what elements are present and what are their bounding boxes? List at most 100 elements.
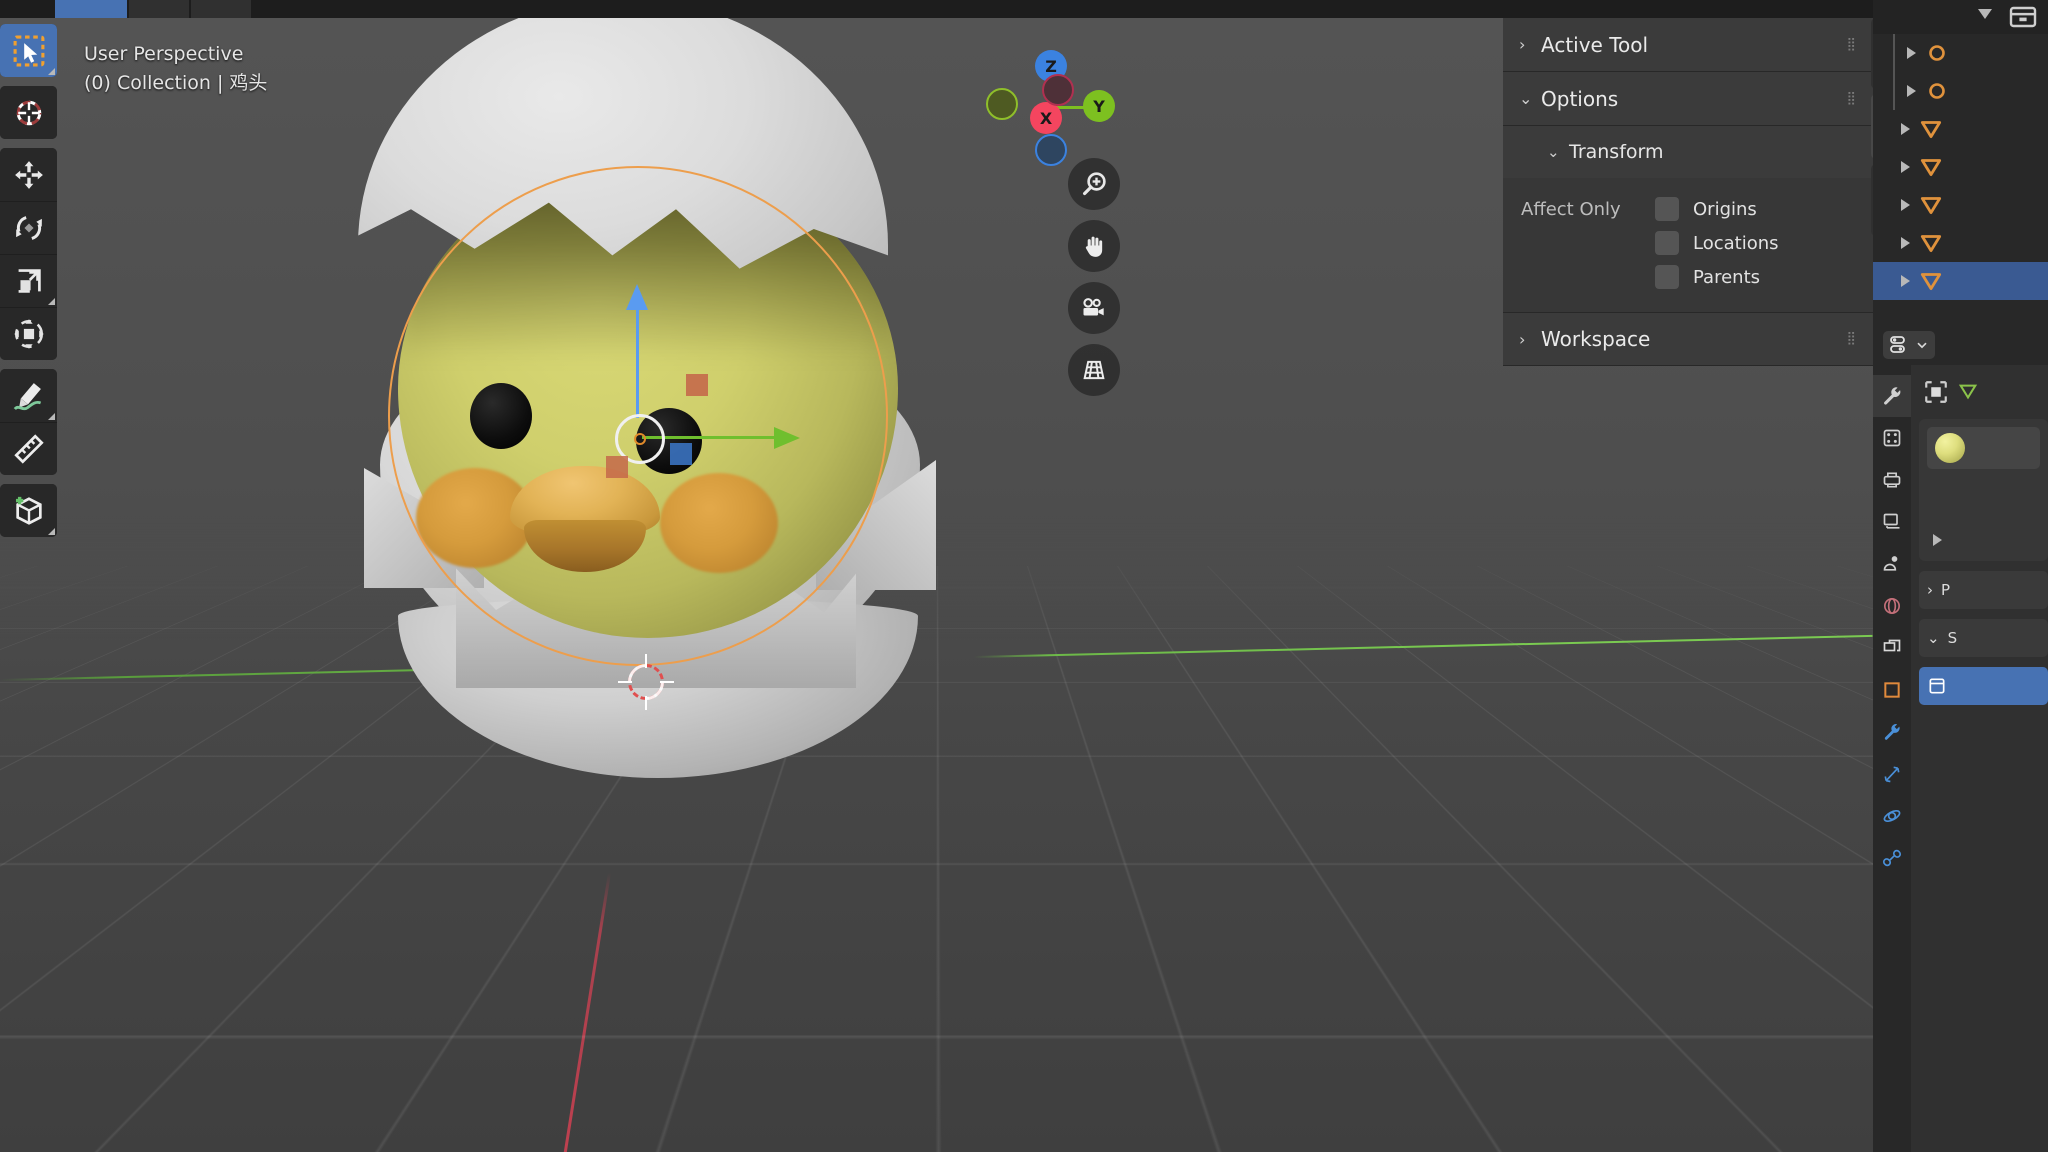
chevron-right-icon[interactable] [1901, 161, 1910, 173]
properties-tab-collection[interactable] [1873, 627, 1911, 669]
properties-tab-object[interactable] [1873, 669, 1911, 711]
chevron-down-icon[interactable]: ⌄ [1519, 89, 1541, 108]
collection-icon[interactable] [2008, 5, 2038, 29]
properties-tab-particles[interactable] [1873, 753, 1911, 795]
workspace-tab-layout[interactable] [55, 0, 127, 18]
toolbar-group-cursor [0, 86, 57, 139]
tool-transform[interactable] [0, 307, 57, 360]
editor-type-selector[interactable] [1883, 331, 1935, 359]
material-slot[interactable] [1927, 427, 2040, 469]
properties-tab-constraints[interactable] [1873, 837, 1911, 879]
workspace-tab-sculpting[interactable] [191, 0, 251, 18]
mesh-icon[interactable] [1918, 270, 1944, 292]
panel-header-active-tool[interactable]: › Active Tool ⣿ [1503, 18, 1873, 72]
tool-scale[interactable] [0, 254, 57, 307]
properties-editor[interactable]: › P ⌄ S [1873, 325, 2048, 1152]
camera-icon[interactable] [1068, 282, 1120, 334]
chevron-right-icon[interactable] [1933, 534, 1942, 546]
properties-section-surface[interactable]: ⌄ S [1919, 619, 2048, 657]
tool-move[interactable] [0, 148, 57, 201]
outliner-row[interactable] [1873, 148, 2048, 186]
panel-title-options: Options [1541, 86, 1619, 111]
mesh-icon[interactable] [1918, 118, 1944, 140]
chevron-down-icon[interactable]: ⌄ [1547, 143, 1569, 161]
properties-tab-output[interactable] [1873, 459, 1911, 501]
tool-submenu-indicator[interactable] [48, 298, 55, 305]
outliner-editor[interactable] [1873, 0, 2048, 325]
tool-submenu-indicator[interactable] [48, 528, 55, 535]
nav-axis-x-negative[interactable] [1042, 74, 1074, 106]
nav-axis-x-positive[interactable]: X [1030, 102, 1062, 134]
chevron-right-icon[interactable]: › [1519, 330, 1541, 349]
chevron-right-icon[interactable]: › [1519, 35, 1541, 54]
panel-drag-grip[interactable]: ⣿ [1846, 92, 1857, 105]
mesh-icon[interactable] [1918, 194, 1944, 216]
tool-add-cube[interactable] [0, 484, 57, 537]
outliner-row[interactable] [1873, 34, 2048, 72]
object-icon[interactable] [1924, 80, 1950, 102]
viewport-nav-buttons [1068, 158, 1120, 406]
nav-axis-y-positive[interactable]: Y [1083, 90, 1115, 122]
chevron-right-icon[interactable]: › [1927, 581, 1933, 599]
properties-section-preview[interactable]: › P [1919, 571, 2048, 609]
chevron-down-icon[interactable] [1978, 9, 1992, 25]
checkbox-locations[interactable] [1655, 231, 1679, 255]
chevron-right-icon[interactable] [1907, 85, 1916, 97]
object-square-icon [1925, 381, 1947, 403]
right-editor-column: › P ⌄ S [1873, 0, 2048, 1152]
cursor-3d-icon [618, 654, 674, 710]
chick-in-egg-model[interactable] [340, 18, 960, 778]
chevron-right-icon[interactable] [1901, 275, 1910, 287]
tool-measure[interactable] [0, 422, 57, 475]
magnifier-plus-icon[interactable] [1068, 158, 1120, 210]
properties-tab-scene[interactable] [1873, 543, 1911, 585]
subpanel-header-transform[interactable]: ⌄ Transform [1503, 126, 1873, 178]
tool-submenu-indicator[interactable] [48, 413, 55, 420]
panel-drag-grip[interactable]: ⣿ [1846, 332, 1857, 345]
properties-tab-modifiers[interactable] [1873, 711, 1911, 753]
checkbox-origins[interactable] [1655, 197, 1679, 221]
workspace-tab-modeling[interactable] [129, 0, 189, 18]
surface-shader-button[interactable] [1919, 667, 2048, 705]
chevron-right-icon[interactable] [1901, 199, 1910, 211]
tool-rotate[interactable] [0, 201, 57, 254]
navigation-gizmo[interactable]: Z Y X [975, 30, 1125, 166]
properties-tab-world[interactable] [1873, 585, 1911, 627]
outliner-row-selected[interactable] [1873, 262, 2048, 300]
properties-header [1873, 325, 2048, 365]
outliner-row[interactable] [1873, 224, 2048, 262]
tool-submenu-indicator[interactable] [48, 68, 55, 75]
outliner-row[interactable] [1873, 186, 2048, 224]
panel-header-workspace[interactable]: › Workspace ⣿ [1503, 312, 1873, 366]
mesh-icon[interactable] [1918, 232, 1944, 254]
nav-axis-y-negative[interactable] [986, 88, 1018, 120]
panel-header-options[interactable]: ⌄ Options ⣿ [1503, 72, 1873, 126]
tool-select-box[interactable] [0, 24, 57, 77]
chevron-right-icon[interactable] [1901, 237, 1910, 249]
tool-cursor[interactable] [0, 86, 57, 139]
section-label-surface: S [1947, 629, 1958, 647]
nav-axis-z-negative[interactable] [1035, 134, 1067, 166]
tool-annotate[interactable] [0, 369, 57, 422]
chevron-down-icon[interactable]: ⌄ [1927, 629, 1940, 647]
checkbox-label-locations: Locations [1693, 232, 1779, 254]
object-icon[interactable] [1924, 42, 1950, 64]
affect-only-label: Affect Only [1521, 198, 1621, 220]
chevron-down-icon[interactable] [1916, 339, 1928, 351]
hand-icon[interactable] [1068, 220, 1120, 272]
chevron-right-icon[interactable] [1901, 123, 1910, 135]
properties-tab-tool[interactable] [1873, 375, 1911, 417]
properties-tab-view-layer[interactable] [1873, 501, 1911, 543]
mesh-icon[interactable] [1918, 156, 1944, 178]
outliner-row[interactable] [1873, 110, 2048, 148]
node-icon [1929, 678, 1945, 694]
panel-drag-grip[interactable]: ⣿ [1846, 38, 1857, 51]
checkbox-parents[interactable] [1655, 265, 1679, 289]
blender-window: User Perspective (0) Collection | 鸡头 Z Y… [0, 0, 2048, 1152]
properties-tab-render[interactable] [1873, 417, 1911, 459]
chevron-right-icon[interactable] [1907, 47, 1916, 59]
properties-tab-physics[interactable] [1873, 795, 1911, 837]
outliner-row[interactable] [1873, 72, 2048, 110]
grid-perspective-icon[interactable] [1068, 344, 1120, 396]
chick-beak [510, 466, 660, 576]
